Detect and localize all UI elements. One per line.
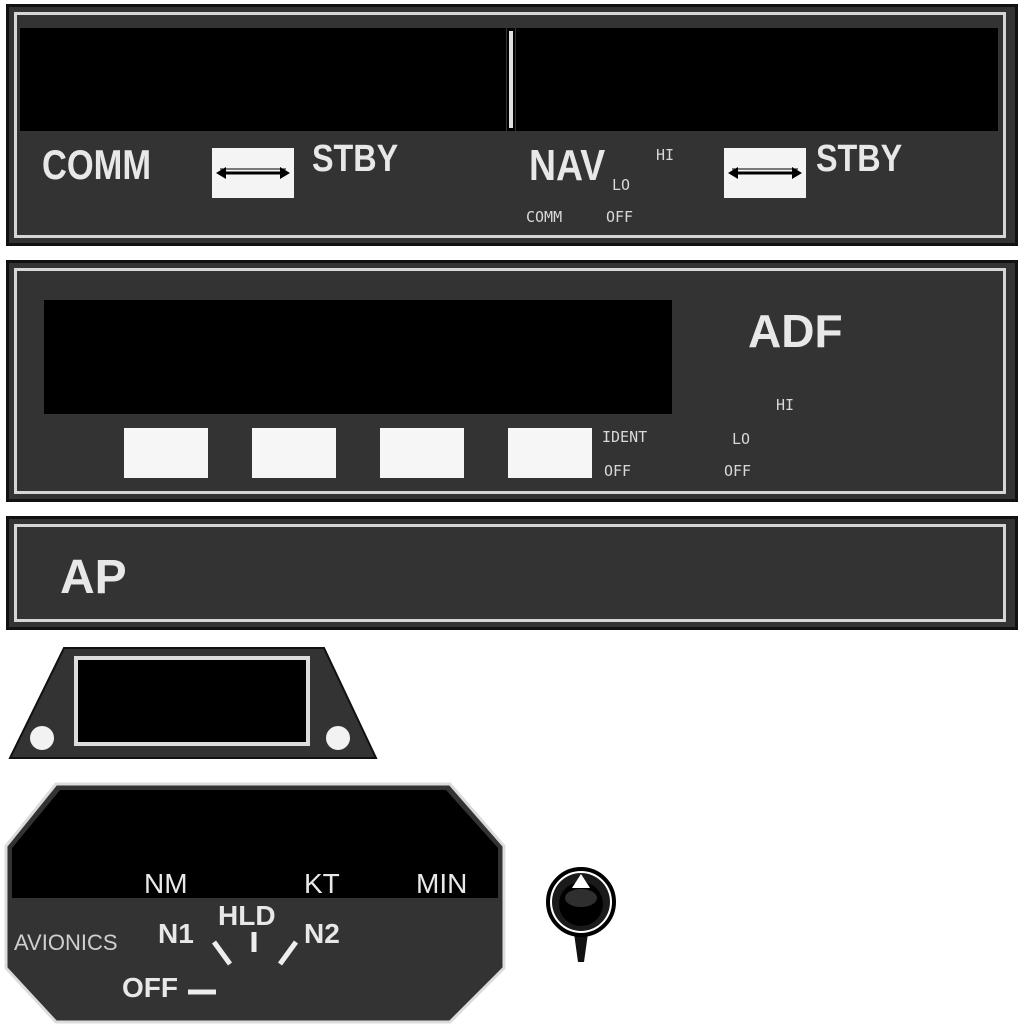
display-divider [507, 28, 515, 131]
nav-swap-button[interactable] [724, 148, 806, 198]
autopilot-panel-bezel [14, 524, 1006, 622]
swap-arrow-icon [216, 167, 290, 179]
nav-frequency-display [516, 28, 998, 131]
comm-nav-radio-panel: COMM STBY NAV HI LO COMM OFF STBY [6, 4, 1018, 246]
swap-arrow-icon [728, 167, 802, 179]
volume-comm-label: COMM [526, 208, 563, 226]
adf-button-4[interactable] [508, 428, 592, 478]
volume-off-label: OFF [606, 208, 634, 226]
adf-button-2[interactable] [252, 428, 336, 478]
adf-ident-label: IDENT [602, 428, 648, 446]
adf-frequency-display [44, 300, 672, 414]
comm-label: COMM [42, 141, 152, 188]
volume-hi-label: HI [656, 146, 675, 164]
autopilot-panel: AP [6, 516, 1018, 630]
adf-button-3[interactable] [380, 428, 464, 478]
mounting-screw-right [326, 726, 350, 750]
adf-volume-hi-label: HI [776, 396, 795, 414]
dme-mode-ticks [188, 932, 299, 995]
comm-frequency-display [20, 28, 506, 131]
mounting-screw-left [30, 726, 54, 750]
knob-pointer-icon[interactable] [544, 866, 618, 968]
autopilot-title: AP [60, 551, 127, 604]
adf-panel: ADF IDENT OFF HI LO OFF [6, 260, 1018, 502]
display-bracket [8, 647, 378, 759]
adf-title: ADF [748, 305, 843, 357]
comm-stby-label: STBY [312, 138, 399, 180]
dme-avionics-panel: NM KT MIN AVIONICS N1 HLD N2 OFF [4, 780, 506, 1024]
nav-stby-label: STBY [816, 138, 903, 180]
adf-volume-off-label: OFF [724, 462, 752, 480]
nav-label: NAV [529, 141, 606, 190]
adf-volume-lo-label: LO [732, 430, 751, 448]
adf-button-1[interactable] [124, 428, 208, 478]
adf-ident-off-label: OFF [604, 462, 632, 480]
comm-swap-button[interactable] [212, 148, 294, 198]
volume-lo-label: LO [612, 176, 631, 194]
